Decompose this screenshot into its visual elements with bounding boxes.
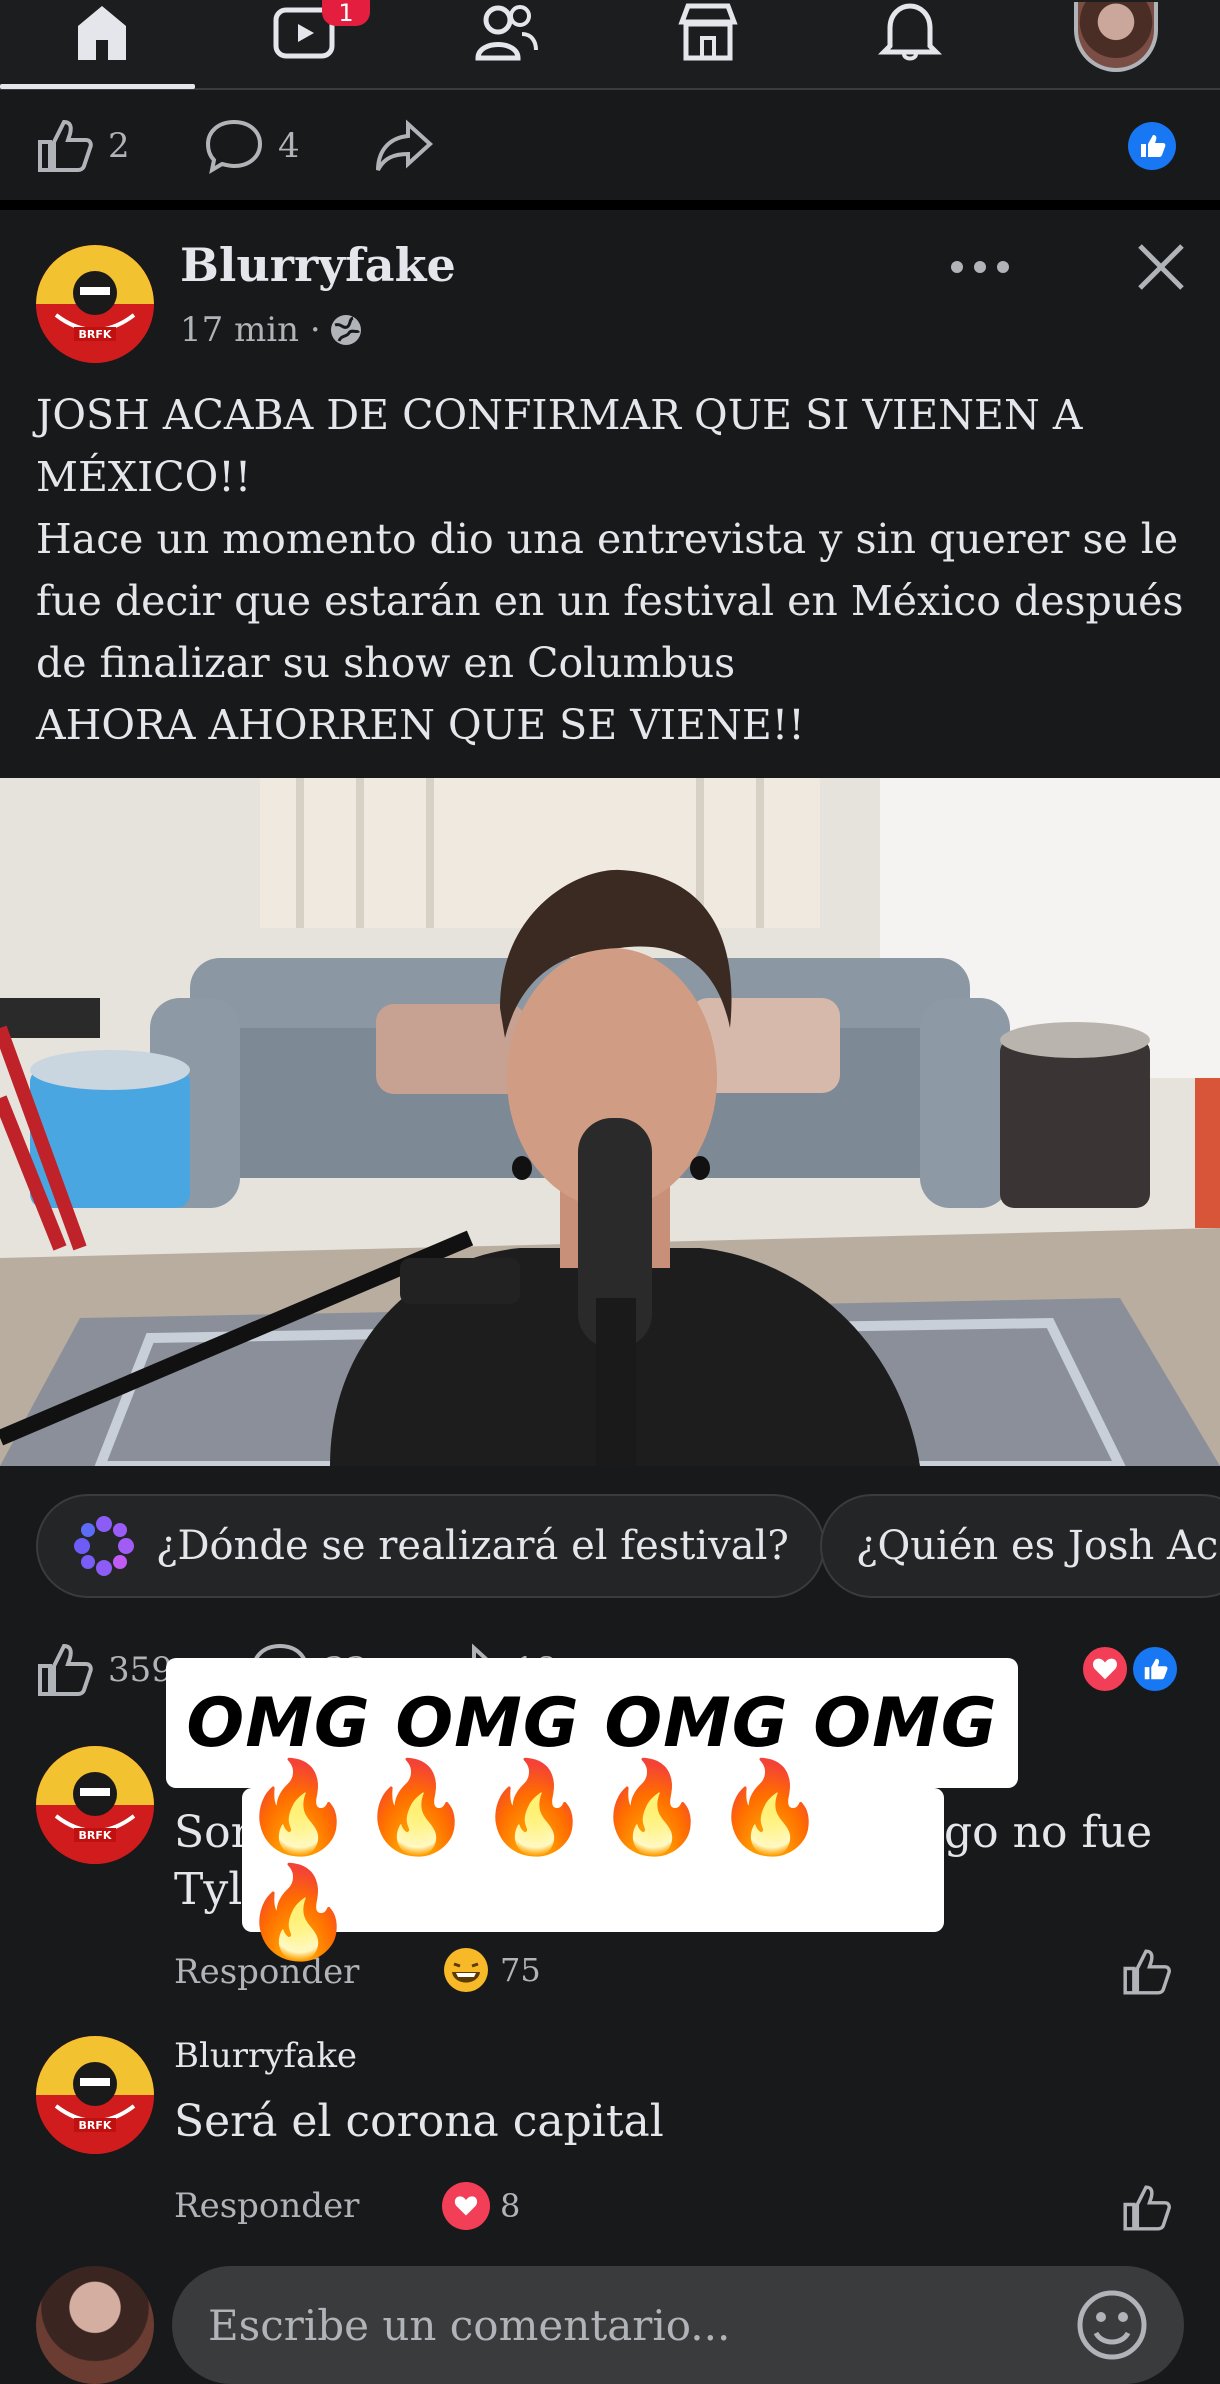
nav-profile-tab[interactable] [1016,0,1216,88]
post-meta: 17 min · [180,310,363,350]
like-reaction-icon [1128,122,1176,170]
like-button[interactable]: 2 [34,90,130,202]
profile-avatar [1074,2,1158,72]
svg-text:BRFK: BRFK [79,328,112,341]
comment-text: Tyl [174,1864,243,1915]
close-icon [1138,244,1184,290]
comment-like-button[interactable] [1120,2182,1172,2234]
hide-post-button[interactable] [1134,240,1188,294]
post-body: JOSH ACABA DE CONFIRMAR QUE SI VIENEN A … [36,384,1196,756]
fire-emoji-row: 🔥🔥🔥🔥🔥🔥 [242,1755,833,1965]
friends-icon [475,5,538,61]
comment-like-button[interactable] [1120,1946,1172,1998]
brfk-logo-icon: BRFK [36,1746,154,1864]
reply-button[interactable]: Responder [174,2186,359,2226]
author-avatar[interactable]: BRFK [36,245,154,363]
commenter-avatar[interactable]: BRFK [36,1746,154,1864]
post-text-line: JOSH ACABA DE CONFIRMAR QUE SI VIENEN A … [36,391,1083,501]
comment-input[interactable] [208,2300,1076,2350]
share-button[interactable] [374,90,434,202]
meta-ai-icon [74,1516,134,1576]
post-separator [0,200,1220,210]
love-reaction-icon [442,2182,490,2230]
share-arrow-icon [376,119,433,171]
post-video[interactable] [0,778,1220,1466]
nav-notifications-tab[interactable] [810,0,1010,88]
post-text-line: AHORA AHORREN QUE SE VIENE!! [36,701,805,749]
comment-text: go no fue [944,1807,1153,1858]
nav-home-tab[interactable] [2,0,202,88]
comment-bubble-icon [205,119,263,175]
ai-suggestion-chip[interactable]: ¿Quién es Josh Ac [820,1494,1220,1598]
comment-count: 4 [278,126,300,166]
comment-button[interactable]: 4 [204,90,300,202]
more-dots-icon [951,261,1009,273]
brfk-logo-icon: BRFK [36,245,154,363]
like-button[interactable]: 359 [34,1620,173,1720]
thumbs-up-icon [38,119,93,172]
home-icon [78,6,126,60]
thumbs-up-icon [38,1643,93,1696]
thumbs-up-icon [1123,2185,1171,2231]
svg-text:BRFK: BRFK [79,1829,112,1842]
comment-text: Será el corona capital [174,2096,664,2147]
love-reaction-icon [1080,1644,1130,1694]
active-tab-indicator [0,84,195,89]
like-count: 2 [108,126,130,166]
chip-label: ¿Quién es Josh Ac [856,1523,1219,1569]
post-text-line: Hace un momento dio una entrevista y sin… [36,515,1184,687]
emoji-picker-icon[interactable] [1076,2289,1148,2361]
svg-text:BRFK: BRFK [79,2119,112,2132]
nav-friends-tab[interactable] [406,0,606,88]
top-navigation-bar: 1 [0,0,1220,90]
overlay-caption-text: OMG OMG OMG OMG [186,1683,998,1763]
bell-icon [877,3,943,61]
thumbs-up-icon [1123,1949,1171,1995]
nav-video-tab[interactable]: 1 [204,0,404,88]
brfk-logo-icon: BRFK [36,2036,154,2154]
nav-marketplace-tab[interactable] [608,0,808,88]
commenter-name[interactable]: Blurryfake [174,2036,357,2076]
post-author-name[interactable]: Blurryfake [180,238,456,292]
more-options-button[interactable] [950,252,1010,282]
comment-reaction: 8 [442,2182,520,2230]
reaction-count: 8 [500,2187,521,2225]
overlay-emoji-caption: 🔥🔥🔥🔥🔥🔥 [242,1755,944,1965]
commenter-avatar[interactable]: BRFK [36,2036,154,2154]
previous-post-actions: 2 4 [0,90,1220,202]
notification-badge: 1 [322,0,370,27]
like-count: 359 [108,1650,173,1690]
my-avatar [36,2266,154,2384]
post-time: 17 min · [180,310,321,350]
ai-suggestion-chip[interactable]: ¿Dónde se realizará el festival? [36,1494,825,1598]
globe-icon [330,315,361,345]
video-frame-image [0,778,1220,1466]
chip-label: ¿Dónde se realizará el festival? [156,1523,789,1569]
comment-input-box[interactable] [172,2266,1184,2384]
marketplace-icon [678,3,738,61]
like-reaction-icon [1130,1644,1180,1694]
